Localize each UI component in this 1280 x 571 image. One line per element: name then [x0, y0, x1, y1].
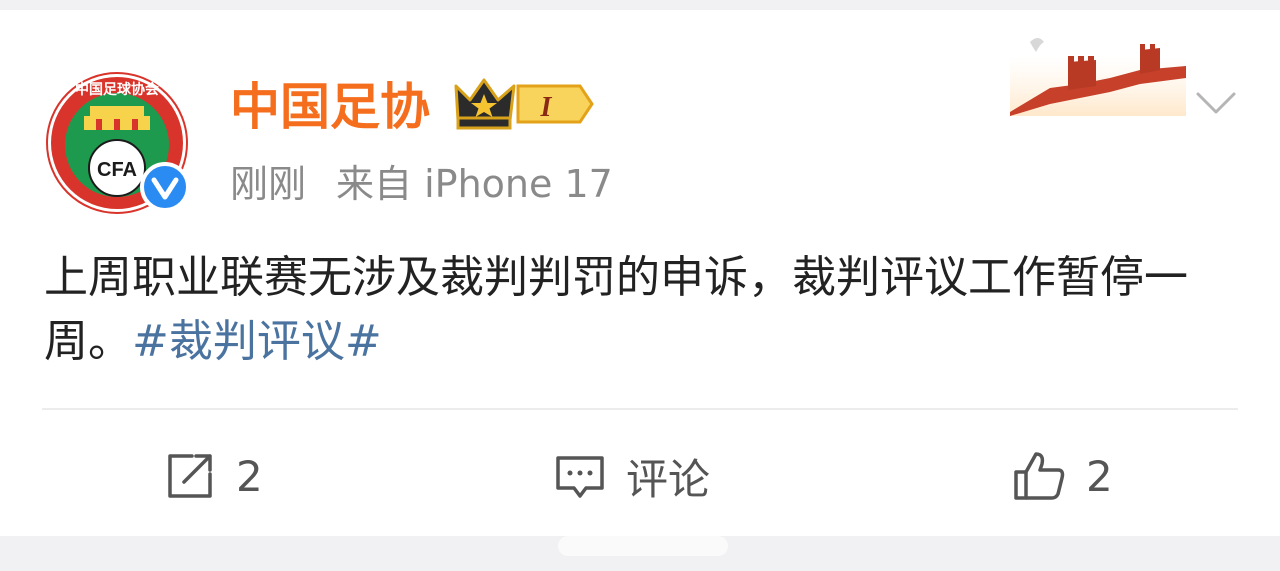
weibo-post-card: 中国足球协会 CFA 中国足协 I 刚刚 来自 iPhone 17 上周职业联赛… [0, 10, 1280, 536]
thumbs-up-icon [1014, 452, 1065, 500]
divider [42, 408, 1238, 410]
crown-vip-icon[interactable]: I [454, 76, 594, 132]
post-text: 上周职业联赛无涉及裁判判罚的申诉，裁判评议工作暂停一周。#裁判评议# [44, 246, 1244, 374]
username[interactable]: 中国足协 [230, 74, 430, 140]
repost-icon [168, 454, 212, 498]
home-indicator [558, 536, 728, 556]
comment-label: 评论 [626, 454, 711, 504]
post-meta: 刚刚 来自 iPhone 17 [230, 156, 613, 212]
avatar-ring-text: 中国足球协会 [75, 81, 160, 98]
verified-v-icon [140, 162, 190, 212]
great-wall-decoration [1010, 38, 1186, 116]
like-button[interactable]: 2 [1012, 446, 1113, 506]
chevron-down-icon[interactable] [1194, 86, 1238, 120]
vip-level: I [540, 92, 553, 123]
avatar-text: CFA [97, 159, 137, 181]
comment-icon [556, 456, 604, 498]
comment-button[interactable]: 评论 [552, 446, 710, 506]
repost-button[interactable]: 2 [162, 446, 263, 506]
like-count: 2 [1086, 451, 1113, 501]
repost-count: 2 [236, 451, 263, 501]
hashtag-link[interactable]: #裁判评议# [132, 316, 382, 367]
post-time: 刚刚 [230, 162, 307, 206]
post-source[interactable]: 来自 iPhone 17 [336, 162, 613, 206]
